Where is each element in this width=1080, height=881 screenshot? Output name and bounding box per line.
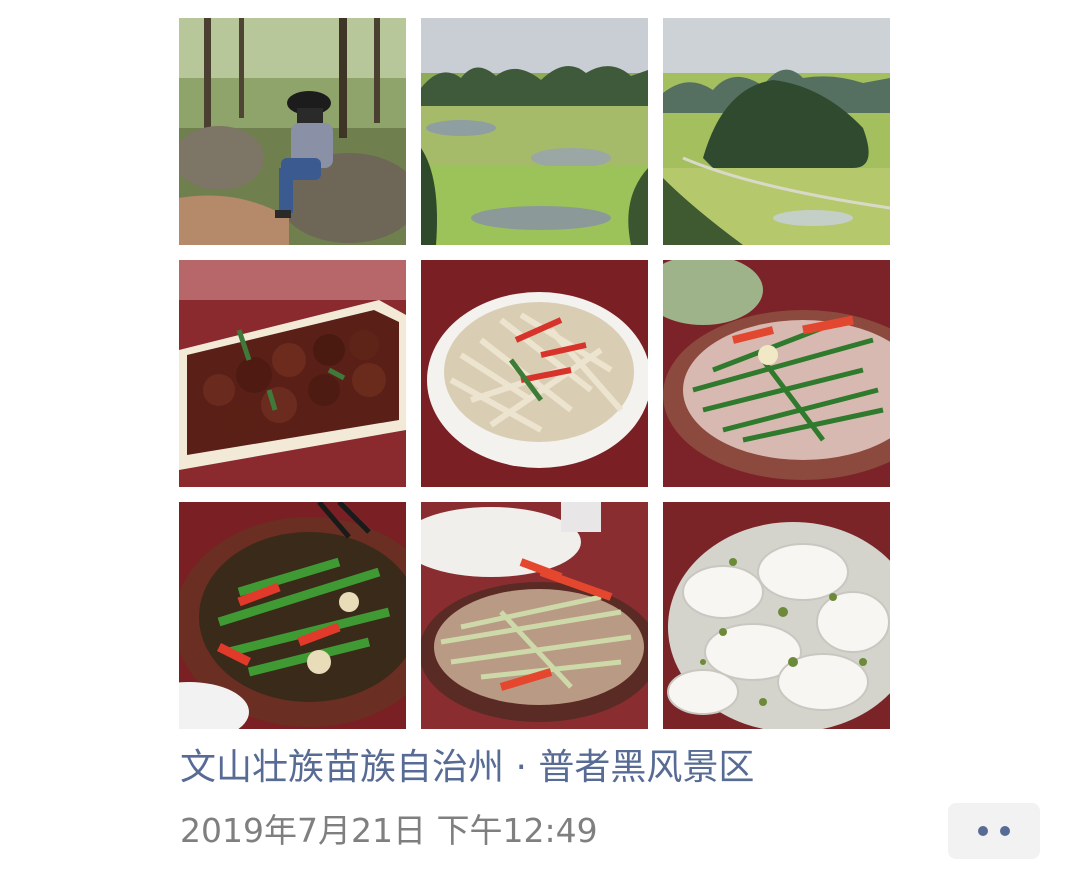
photo-4[interactable] xyxy=(179,260,406,487)
ellipsis-dot xyxy=(978,826,988,836)
photo-2[interactable] xyxy=(421,18,648,245)
photo-9[interactable] xyxy=(663,502,890,729)
photo-8[interactable] xyxy=(421,502,648,729)
photo-grid xyxy=(179,18,890,729)
photo-5[interactable] xyxy=(421,260,648,487)
photo-6[interactable] xyxy=(663,260,890,487)
post-timestamp: 2019年7月21日 下午12:49 xyxy=(180,811,598,850)
photo-7[interactable] xyxy=(179,502,406,729)
ellipsis-dot xyxy=(1000,826,1010,836)
location-link[interactable]: 文山壮族苗族自治州 · 普者黑风景区 xyxy=(180,742,754,794)
photo-3[interactable] xyxy=(663,18,890,245)
photo-1[interactable] xyxy=(179,18,406,245)
more-options-button[interactable] xyxy=(948,803,1040,859)
